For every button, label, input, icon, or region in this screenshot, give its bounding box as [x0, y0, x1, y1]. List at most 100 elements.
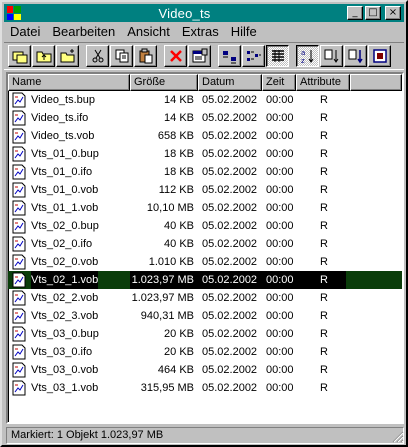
sort-ascending-button[interactable]: a z [296, 45, 319, 67]
file-icon [12, 110, 26, 126]
table-row[interactable]: Vts_02_3.vob 940,31 MB 05.02.2002 00:00 R [8, 307, 402, 325]
table-row[interactable]: Vts_03_0.vob 464 KB 05.02.2002 00:00 R [8, 361, 402, 379]
cell-name: Vts_02_1.vob [8, 271, 130, 289]
file-date: 05.02.2002 [202, 382, 258, 394]
table-row[interactable]: Vts_01_0.vob 112 KB 05.02.2002 00:00 R [8, 181, 402, 199]
sort-descending-button[interactable] [320, 45, 343, 67]
move-button[interactable] [344, 45, 367, 67]
small-icons-button[interactable] [242, 45, 265, 67]
close-button[interactable]: × [385, 6, 401, 20]
column-filler [350, 74, 402, 91]
file-name: Video_ts.vob [31, 130, 95, 142]
table-row[interactable]: Vts_01_0.ifo 18 KB 05.02.2002 00:00 R [8, 163, 402, 181]
file-time: 00:00 [266, 364, 294, 376]
up-folder-button[interactable] [32, 45, 55, 67]
info-button[interactable] [368, 45, 391, 67]
cut-button[interactable] [86, 45, 109, 67]
column-time[interactable]: Zeit [262, 74, 296, 91]
file-name: Vts_02_3.vob [31, 310, 99, 322]
menu-bearbeiten[interactable]: Bearbeiten [46, 24, 121, 39]
menu-ansicht[interactable]: Ansicht [121, 24, 176, 39]
file-size: 20 KB [164, 328, 194, 340]
large-icons-icon [222, 51, 236, 64]
cell-name: Video_ts.vob [8, 127, 130, 145]
move-icon [348, 49, 363, 64]
file-attributes: R [320, 148, 328, 160]
file-name: Vts_03_0.ifo [31, 346, 93, 358]
menu-extras[interactable]: Extras [176, 24, 225, 39]
file-time: 00:00 [266, 166, 294, 178]
table-row[interactable]: Vts_02_0.vob 1.010 KB 05.02.2002 00:00 R [8, 253, 402, 271]
file-name: Vts_01_1.vob [31, 202, 99, 214]
column-size[interactable]: Größe [130, 74, 198, 91]
copy-disk-icon [12, 51, 27, 64]
cell-name: Vts_02_0.vob [8, 253, 130, 271]
delete-button[interactable] [164, 45, 187, 67]
maximize-button[interactable]: □ [365, 6, 381, 20]
file-icon [12, 380, 26, 396]
file-size: 40 KB [164, 238, 194, 250]
file-time: 00:00 [266, 346, 294, 358]
column-name[interactable]: Name [8, 74, 130, 91]
table-row[interactable]: Vts_03_0.bup 20 KB 05.02.2002 00:00 R [8, 325, 402, 343]
file-attributes: R [296, 271, 346, 289]
file-attributes: R [320, 184, 328, 196]
table-row[interactable]: Vts_03_0.ifo 20 KB 05.02.2002 00:00 R [8, 343, 402, 361]
cell-name: Vts_01_1.vob [8, 199, 130, 217]
table-row[interactable]: Vts_02_1.vob 1.023,97 MB 05.02.2002 00:00 R [8, 271, 402, 289]
table-row[interactable]: Vts_02_2.vob 1.023,97 MB 05.02.2002 00:00 R [8, 289, 402, 307]
file-attributes: R [320, 364, 328, 376]
file-icon [12, 164, 26, 180]
table-row[interactable]: Vts_03_1.vob 315,95 MB 05.02.2002 00:00 R [8, 379, 402, 397]
menu-datei[interactable]: Datei [4, 24, 46, 39]
table-row[interactable]: Video_ts.bup 14 KB 05.02.2002 00:00 R [8, 91, 402, 109]
file-time: 00:00 [266, 148, 294, 160]
file-size: 315,95 MB [140, 382, 194, 394]
copy-button[interactable] [110, 45, 133, 67]
file-time: 00:00 [266, 130, 294, 142]
file-icon [12, 326, 26, 342]
cell-name: Vts_02_2.vob [8, 289, 130, 307]
paste-button[interactable] [134, 45, 157, 67]
file-attributes: R [320, 166, 328, 178]
copy-disk-button[interactable] [8, 45, 31, 67]
file-name: Vts_02_0.bup [31, 220, 99, 232]
file-size: 10,10 MB [146, 202, 194, 214]
file-time: 00:00 [262, 271, 296, 289]
up-folder-icon [36, 51, 51, 63]
minimize-button[interactable]: _ [347, 6, 363, 20]
file-size: 18 KB [164, 166, 194, 178]
large-icons-button[interactable] [218, 45, 241, 67]
cell-name: Video_ts.ifo [8, 109, 130, 127]
file-name: Vts_03_1.vob [31, 382, 99, 394]
title-bar[interactable]: Video_ts _ □ × [4, 4, 404, 22]
table-row[interactable]: Vts_02_0.ifo 40 KB 05.02.2002 00:00 R [8, 235, 402, 253]
properties-button[interactable] [188, 45, 211, 67]
file-time: 00:00 [266, 94, 294, 106]
cut-icon [92, 49, 103, 63]
file-list[interactable]: Name Größe Datum Zeit Attribute Video_ts… [6, 72, 404, 424]
new-folder-button[interactable] [56, 45, 79, 67]
file-size: 464 KB [157, 364, 194, 376]
file-date: 05.02.2002 [202, 256, 258, 268]
app-icon[interactable] [6, 5, 22, 21]
table-row[interactable]: Video_ts.ifo 14 KB 05.02.2002 00:00 R [8, 109, 402, 127]
file-icon [12, 362, 26, 378]
table-row[interactable]: Vts_01_0.bup 18 KB 05.02.2002 00:00 R [8, 145, 402, 163]
file-icon [12, 92, 26, 108]
details-view-button[interactable] [266, 45, 289, 67]
menu-hilfe[interactable]: Hilfe [225, 24, 263, 39]
file-attributes: R [320, 310, 328, 322]
table-row[interactable]: Video_ts.vob 658 KB 05.02.2002 00:00 R [8, 127, 402, 145]
cell-name: Vts_01_0.vob [8, 181, 130, 199]
table-row[interactable]: Vts_02_0.bup 40 KB 05.02.2002 00:00 R [8, 217, 402, 235]
cell-name: Vts_03_0.vob [8, 361, 130, 379]
svg-text:z: z [301, 57, 305, 64]
file-time: 00:00 [266, 184, 294, 196]
column-attributes[interactable]: Attribute [296, 74, 350, 91]
column-date[interactable]: Datum [198, 74, 262, 91]
table-row[interactable]: Vts_01_1.vob 10,10 MB 05.02.2002 00:00 R [8, 199, 402, 217]
file-name: Video_ts.bup [31, 94, 96, 106]
resize-grip-icon[interactable] [392, 431, 404, 443]
toolbar: a z [4, 42, 404, 70]
